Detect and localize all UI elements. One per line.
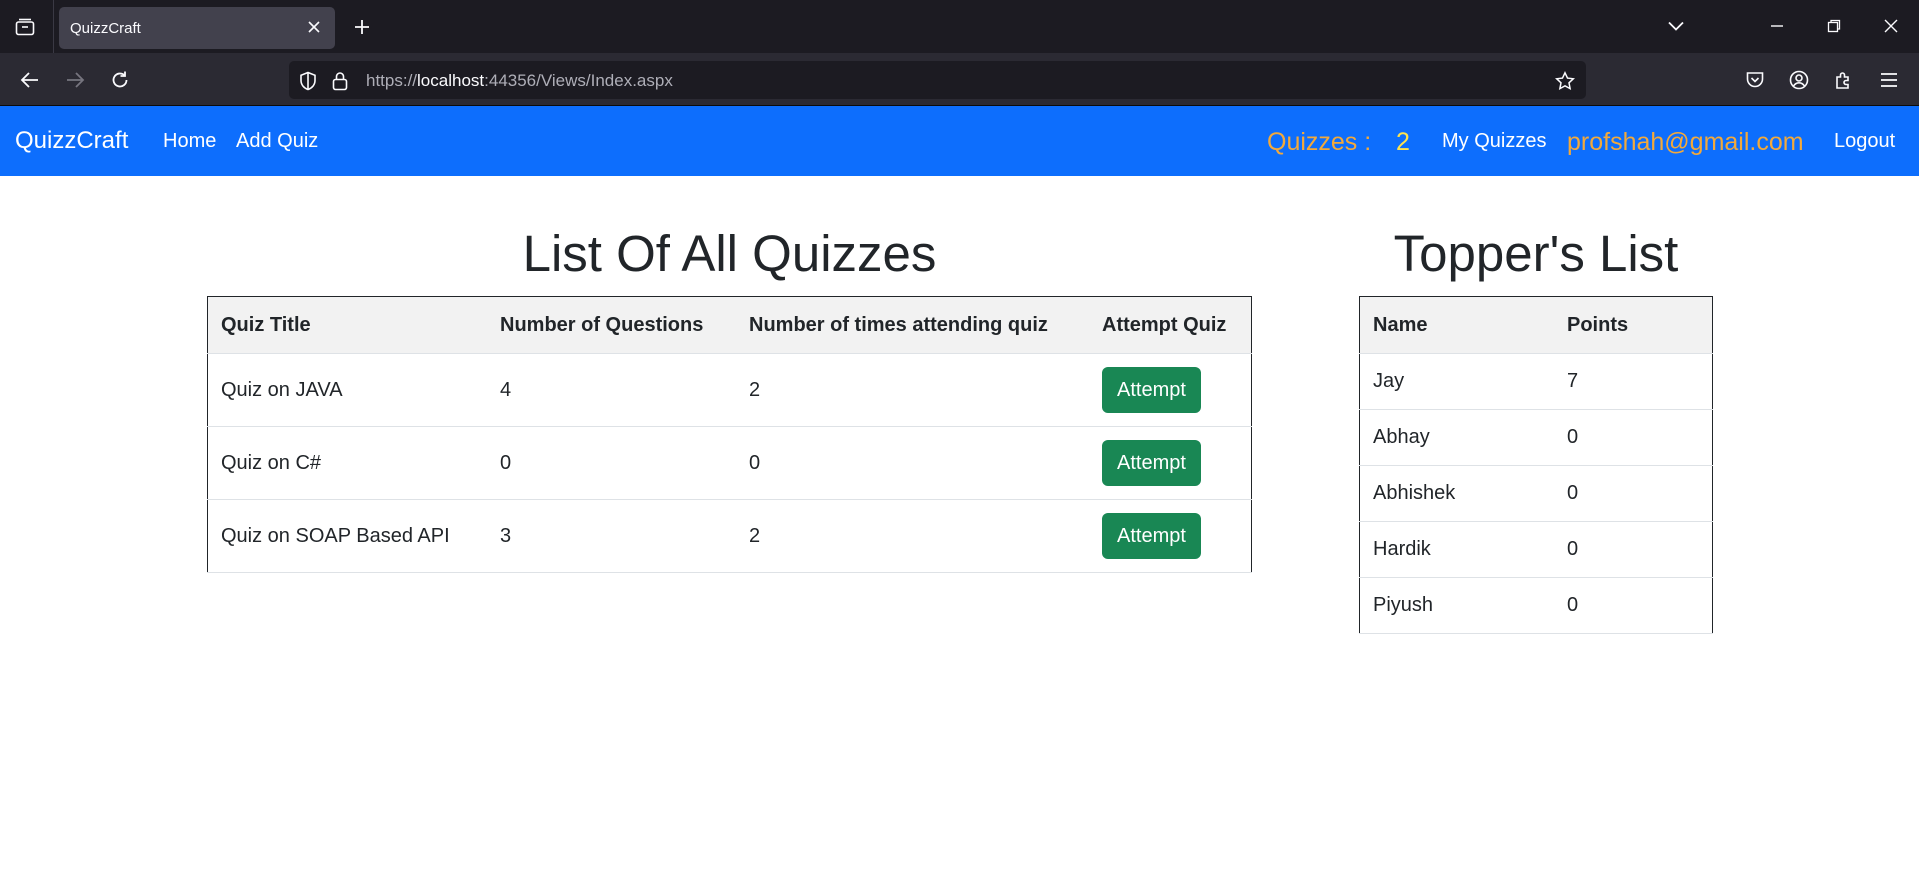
url-host: localhost bbox=[417, 71, 485, 90]
quizzes-table: Quiz Title Number of Questions Number of… bbox=[207, 296, 1252, 573]
url-prefix: https:// bbox=[366, 71, 418, 90]
forward-icon[interactable] bbox=[62, 67, 88, 93]
column-header: Points bbox=[1554, 296, 1713, 354]
question-count-cell: 3 bbox=[487, 499, 736, 573]
tab-list-icon[interactable] bbox=[11, 15, 39, 39]
quiz-title-cell: Quiz on SOAP Based API bbox=[207, 499, 487, 573]
app-navbar: QuizzCraft Home Add Quiz Quizzes : 2 My … bbox=[0, 106, 1919, 176]
attempt-count-cell: 2 bbox=[736, 353, 1089, 427]
quizzes-count-label: Quizzes : bbox=[1267, 128, 1372, 156]
list-all-tabs-icon[interactable] bbox=[1664, 14, 1688, 38]
column-header: Quiz Title bbox=[207, 296, 487, 354]
nav-logout[interactable]: Logout bbox=[1834, 130, 1895, 153]
url-bar[interactable]: https://localhost:44356/Views/Index.aspx bbox=[289, 61, 1586, 99]
topper-name-cell: Abhishek bbox=[1359, 465, 1554, 522]
topper-points-cell: 7 bbox=[1554, 353, 1713, 410]
column-header: Name bbox=[1359, 296, 1554, 354]
close-tab-icon[interactable] bbox=[305, 18, 323, 36]
column-header: Number of Questions bbox=[487, 296, 736, 354]
lock-icon[interactable] bbox=[329, 70, 351, 92]
table-row: Hardik 0 bbox=[1359, 521, 1713, 578]
attempt-count-cell: 2 bbox=[736, 499, 1089, 573]
back-icon[interactable] bbox=[17, 67, 43, 93]
extensions-icon[interactable] bbox=[1831, 67, 1857, 93]
nav-home[interactable]: Home bbox=[163, 130, 216, 153]
topper-name-cell: Jay bbox=[1359, 353, 1554, 410]
url-path: :44356/Views/Index.aspx bbox=[484, 71, 673, 90]
topper-points-cell: 0 bbox=[1554, 465, 1713, 522]
pocket-icon[interactable] bbox=[1742, 67, 1768, 93]
topper-name-cell: Abhay bbox=[1359, 409, 1554, 466]
url-text[interactable]: https://localhost:44356/Views/Index.aspx bbox=[366, 71, 673, 91]
browser-tab-active[interactable]: QuizzCraft bbox=[59, 7, 335, 49]
table-row: Quiz on SOAP Based API 3 2 Attempt bbox=[207, 499, 1252, 573]
table-row: Quiz on JAVA 4 2 Attempt bbox=[207, 353, 1252, 427]
table-row: Piyush 0 bbox=[1359, 577, 1713, 634]
tab-separator bbox=[53, 0, 54, 53]
topper-points-cell: 0 bbox=[1554, 521, 1713, 578]
column-header: Number of times attending quiz bbox=[736, 296, 1089, 354]
quizzes-heading: List Of All Quizzes bbox=[522, 225, 937, 282]
table-header-row: Quiz Title Number of Questions Number of… bbox=[207, 296, 1252, 354]
tab-title: QuizzCraft bbox=[70, 20, 141, 37]
attempt-button[interactable]: Attempt bbox=[1102, 513, 1201, 559]
action-cell: Attempt bbox=[1089, 426, 1252, 500]
table-row: Abhishek 0 bbox=[1359, 465, 1713, 522]
attempt-count-cell: 0 bbox=[736, 426, 1089, 500]
table-row: Abhay 0 bbox=[1359, 409, 1713, 466]
account-icon[interactable] bbox=[1786, 67, 1812, 93]
action-cell: Attempt bbox=[1089, 353, 1252, 427]
new-tab-icon[interactable] bbox=[350, 15, 374, 39]
quiz-title-cell: Quiz on C# bbox=[207, 426, 487, 500]
shield-icon[interactable] bbox=[297, 70, 319, 92]
reload-icon[interactable] bbox=[107, 67, 133, 93]
nav-add-quiz[interactable]: Add Quiz bbox=[236, 130, 318, 153]
table-row: Quiz on C# 0 0 Attempt bbox=[207, 426, 1252, 500]
toppers-heading: Topper's List bbox=[1393, 225, 1679, 282]
attempt-button[interactable]: Attempt bbox=[1102, 367, 1201, 413]
toppers-table: Name Points Jay 7 Abhay 0 Abhishek 0 Har… bbox=[1359, 296, 1713, 634]
topper-points-cell: 0 bbox=[1554, 577, 1713, 634]
menu-icon[interactable] bbox=[1876, 67, 1902, 93]
table-row: Jay 7 bbox=[1359, 353, 1713, 410]
bookmark-star-icon[interactable] bbox=[1554, 70, 1576, 92]
close-window-icon[interactable] bbox=[1879, 14, 1903, 38]
question-count-cell: 4 bbox=[487, 353, 736, 427]
attempt-button[interactable]: Attempt bbox=[1102, 440, 1201, 486]
column-header: Attempt Quiz bbox=[1089, 296, 1252, 354]
question-count-cell: 0 bbox=[487, 426, 736, 500]
brand-logo[interactable]: QuizzCraft bbox=[15, 127, 128, 155]
table-header-row: Name Points bbox=[1359, 296, 1713, 354]
topper-name-cell: Piyush bbox=[1359, 577, 1554, 634]
minimize-icon[interactable] bbox=[1765, 14, 1789, 38]
nav-my-quizzes[interactable]: My Quizzes bbox=[1442, 130, 1546, 153]
action-cell: Attempt bbox=[1089, 499, 1252, 573]
topper-name-cell: Hardik bbox=[1359, 521, 1554, 578]
restore-icon[interactable] bbox=[1822, 14, 1846, 38]
browser-tab-bar: QuizzCraft bbox=[0, 0, 1919, 53]
user-email: profshah@gmail.com bbox=[1567, 128, 1804, 156]
topper-points-cell: 0 bbox=[1554, 409, 1713, 466]
quizzes-count: 2 bbox=[1396, 128, 1410, 156]
quiz-title-cell: Quiz on JAVA bbox=[207, 353, 487, 427]
